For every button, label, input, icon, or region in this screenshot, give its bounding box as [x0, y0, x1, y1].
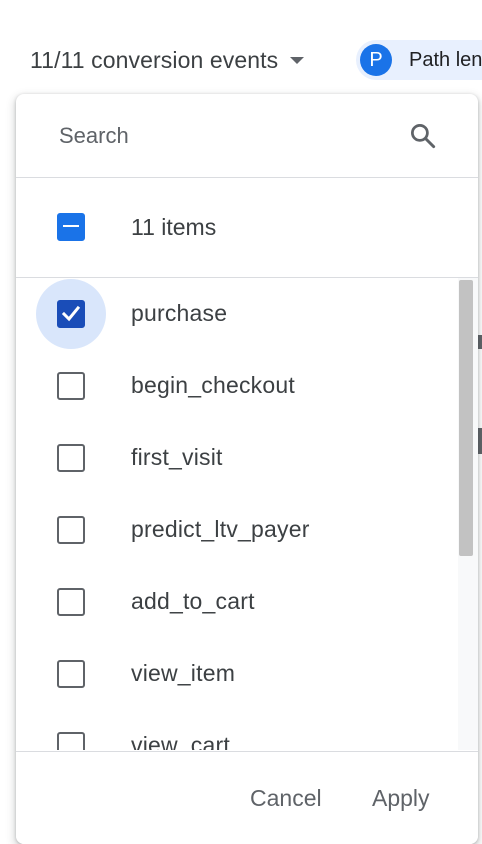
- list-item-label: purchase: [131, 300, 228, 326]
- conversion-events-menu: 11 items purchase begin_checkout first_v…: [16, 94, 478, 844]
- list-item[interactable]: add_to_cart: [16, 566, 456, 638]
- checkmark-icon: [61, 305, 81, 322]
- search-input[interactable]: [59, 116, 389, 156]
- checkbox-view-cart[interactable]: [57, 732, 85, 750]
- scrollbar-thumb[interactable]: [459, 280, 473, 556]
- events-list: purchase begin_checkout first_visit pred…: [16, 278, 478, 750]
- page: 11/11 conversion events P Path len 11 it…: [0, 0, 482, 844]
- checkbox-view-item[interactable]: [57, 660, 85, 688]
- chip-avatar: P: [360, 44, 392, 76]
- menu-footer: Cancel Apply: [16, 751, 478, 844]
- conversion-events-dropdown[interactable]: 11/11 conversion events: [30, 42, 305, 78]
- list-item[interactable]: view_cart: [16, 710, 456, 750]
- caret-down-icon: [290, 56, 305, 64]
- search-icon[interactable]: [408, 121, 438, 151]
- select-all-row[interactable]: 11 items: [16, 178, 478, 278]
- conversion-events-label: 11/11 conversion events: [30, 46, 279, 73]
- list-item-label: predict_ltv_payer: [131, 516, 310, 542]
- background-fragment: [478, 428, 482, 454]
- list-item-label: add_to_cart: [131, 588, 255, 614]
- background-fragment: [478, 335, 482, 349]
- list-item-label: view_cart: [131, 732, 230, 750]
- checkbox-predict-ltv-payer[interactable]: [57, 516, 85, 544]
- checkbox-first-visit[interactable]: [57, 444, 85, 472]
- list-item[interactable]: begin_checkout: [16, 350, 456, 422]
- checkbox-purchase[interactable]: [57, 300, 85, 328]
- select-all-label: 11 items: [131, 214, 217, 240]
- select-all-checkbox[interactable]: [57, 213, 85, 241]
- checkbox-add-to-cart[interactable]: [57, 588, 85, 616]
- list-item[interactable]: view_item: [16, 638, 456, 710]
- checkbox-begin-checkout[interactable]: [57, 372, 85, 400]
- list-item-label: view_item: [131, 660, 236, 686]
- list-item[interactable]: purchase: [16, 278, 456, 350]
- list-item-label: begin_checkout: [131, 372, 295, 398]
- cancel-button[interactable]: Cancel: [250, 778, 322, 818]
- chip-label: Path len: [409, 48, 482, 71]
- list-item[interactable]: first_visit: [16, 422, 456, 494]
- list-item[interactable]: predict_ltv_payer: [16, 494, 456, 566]
- apply-button[interactable]: Apply: [372, 778, 430, 818]
- path-length-chip[interactable]: P Path len: [356, 40, 482, 80]
- top-bar: 11/11 conversion events P Path len: [0, 0, 482, 96]
- list-item-label: first_visit: [131, 444, 223, 470]
- search-row: [16, 94, 478, 178]
